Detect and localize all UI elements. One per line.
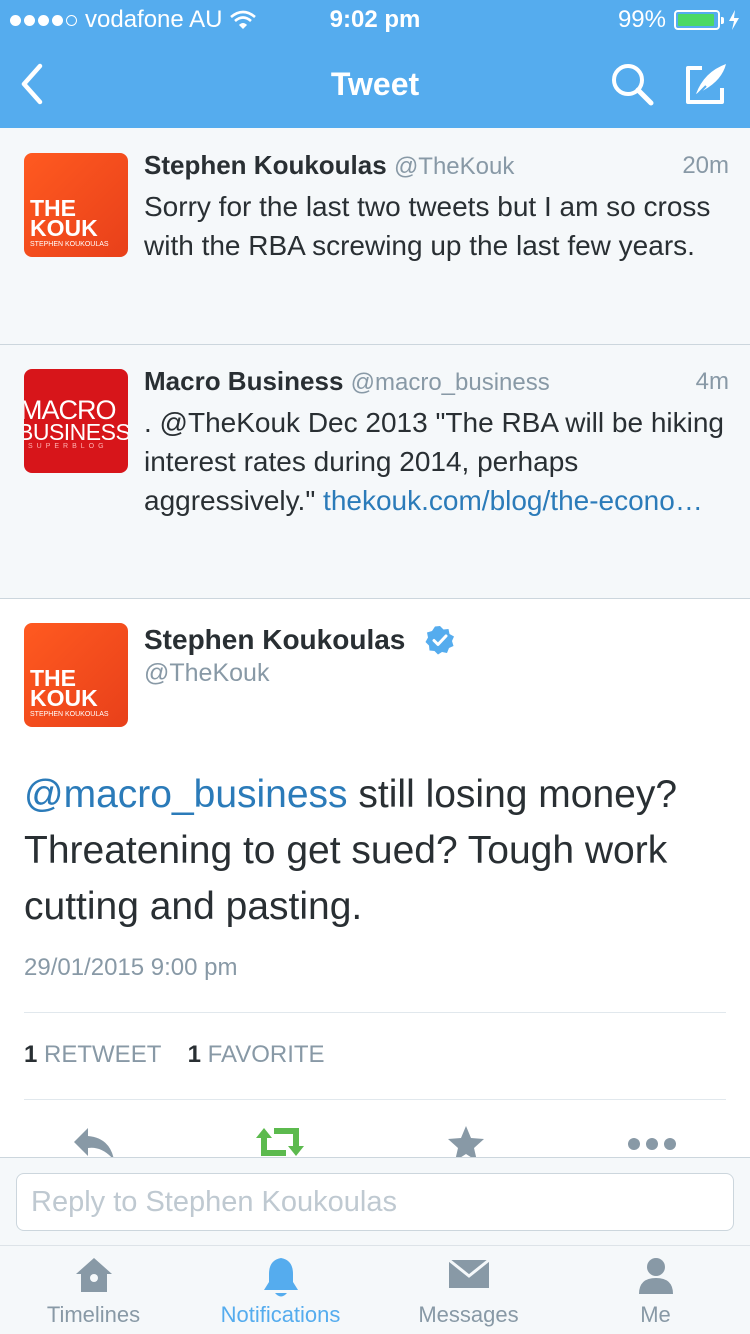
- battery-status: 99%: [618, 6, 740, 34]
- envelope-icon: [447, 1258, 490, 1288]
- search-button[interactable]: [610, 62, 656, 108]
- bell-icon: [263, 1258, 298, 1297]
- wifi-icon: [230, 10, 257, 29]
- chevron-left-icon: [21, 63, 43, 105]
- favorite-stat[interactable]: 1 FAVORITE: [188, 1041, 325, 1068]
- person-icon: [638, 1258, 673, 1294]
- tweet-header: Macro Business @macro_business 4m: [144, 366, 729, 397]
- tab-timelines[interactable]: Timelines: [0, 1246, 187, 1334]
- tab-label: Messages: [418, 1302, 519, 1327]
- reply-bar: [0, 1157, 750, 1245]
- tweet-text: Sorry for the last two tweets but I am s…: [144, 191, 711, 261]
- mention-link[interactable]: @macro_business: [24, 773, 348, 816]
- tab-label: Notifications: [220, 1302, 341, 1327]
- tweet-header: Stephen Koukoulas @TheKouk 20m: [144, 150, 729, 181]
- tweet-row[interactable]: MACRO BUSINESS SUPERBLOG Macro Business …: [0, 345, 750, 599]
- author-handle[interactable]: @macro_business: [351, 369, 550, 396]
- tweet-link[interactable]: thekouk.com/blog/the-econo…: [323, 485, 703, 516]
- tweet-time: 4m: [695, 368, 729, 395]
- author-name[interactable]: Macro Business: [144, 366, 343, 396]
- compose-icon: [686, 64, 726, 104]
- author-name[interactable]: Stephen Koukoulas: [144, 624, 405, 656]
- divider: [24, 1012, 726, 1013]
- tweet-timestamp: 29/01/2015 9:00 pm: [24, 954, 238, 981]
- tweet-row[interactable]: THE KOUK STEPHEN KOUKOULAS Stephen Kouko…: [0, 128, 750, 345]
- avatar[interactable]: THE KOUK STEPHEN KOUKOULAS: [24, 153, 128, 257]
- tweet-content: Macro Business @macro_business 4m . @The…: [144, 366, 729, 520]
- reply-icon[interactable]: [72, 1124, 118, 1157]
- avatar[interactable]: MACRO BUSINESS SUPERBLOG: [24, 369, 128, 473]
- carrier-signal: vodafone AU: [10, 6, 257, 34]
- retweet-icon[interactable]: [252, 1124, 308, 1157]
- main-tweet: THE KOUK STEPHEN KOUKOULAS Stephen Kouko…: [0, 599, 750, 1157]
- nav-bar: Tweet: [0, 40, 750, 128]
- tweet-stats: 1 RETWEET 1 FAVORITE: [24, 1041, 325, 1069]
- status-bar: vodafone AU 9:02 pm 99%: [0, 0, 750, 40]
- back-button[interactable]: [14, 60, 54, 108]
- retweet-stat[interactable]: 1 RETWEET: [24, 1041, 161, 1068]
- tab-label: Me: [640, 1302, 671, 1327]
- carrier-name: vodafone AU: [85, 6, 223, 33]
- tweet-time: 20m: [682, 152, 729, 179]
- app-header: vodafone AU 9:02 pm 99% Tweet: [0, 0, 750, 128]
- tab-me[interactable]: Me: [562, 1246, 749, 1334]
- tab-notifications[interactable]: Notifications: [187, 1246, 374, 1334]
- author-name[interactable]: Stephen Koukoulas: [144, 150, 387, 180]
- charging-bolt-icon: [729, 10, 739, 30]
- tab-messages[interactable]: Messages: [375, 1246, 562, 1334]
- tweet-actions: [0, 1124, 750, 1157]
- more-options-icon[interactable]: [626, 1124, 678, 1157]
- signal-strength-icon: [10, 14, 77, 26]
- tab-label: Timelines: [46, 1302, 141, 1327]
- verified-badge-icon: [425, 626, 454, 655]
- tweet-text: . @TheKouk Dec 2013 "The RBA will be hik…: [144, 403, 729, 520]
- battery-icon: [674, 10, 724, 30]
- favorite-star-icon[interactable]: [446, 1124, 486, 1157]
- divider: [24, 1099, 726, 1100]
- compose-button[interactable]: [682, 60, 730, 108]
- search-icon: [612, 64, 654, 106]
- author-handle[interactable]: @TheKouk: [144, 659, 269, 688]
- tweet-content: Stephen Koukoulas @TheKouk 20m Sorry for…: [144, 150, 729, 265]
- home-icon: [75, 1258, 112, 1292]
- author-handle[interactable]: @TheKouk: [394, 153, 514, 180]
- battery-percent: 99%: [617, 6, 666, 33]
- reply-input[interactable]: [16, 1173, 734, 1231]
- tweet-text: @macro_business still losing money? Thre…: [24, 767, 724, 935]
- avatar[interactable]: THE KOUK STEPHEN KOUKOULAS: [24, 623, 128, 727]
- tab-bar: Timelines Notifications Messages Me: [0, 1245, 750, 1334]
